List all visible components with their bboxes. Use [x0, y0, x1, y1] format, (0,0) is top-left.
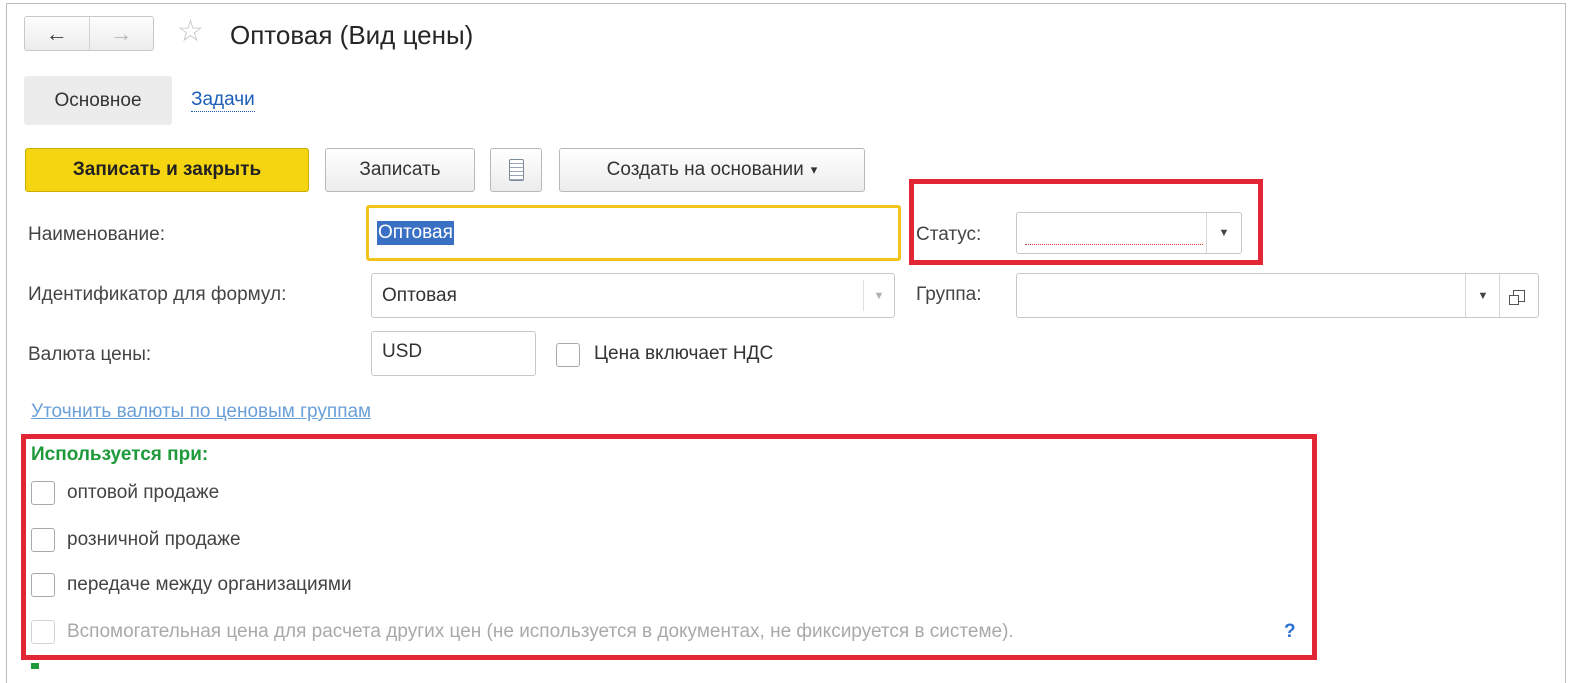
page-title: Оптовая (Вид цены) [230, 20, 474, 50]
back-button[interactable]: ← [25, 17, 89, 50]
forward-button[interactable]: → [88, 17, 154, 50]
tab-tasks[interactable]: Задачи [191, 89, 255, 112]
next-section-title-fragment [31, 663, 39, 669]
open-icon [1509, 289, 1525, 305]
document-icon [508, 159, 524, 181]
usage-highlight-box [21, 434, 1317, 660]
id-value: Оптовая [382, 284, 457, 306]
currency-input[interactable]: USD [371, 331, 536, 376]
save-button[interactable]: Записать [325, 148, 475, 192]
create-based-on-button[interactable]: Создать на основании ▾ [559, 148, 865, 192]
name-input[interactable]: Оптовая [366, 205, 901, 261]
chevron-down-icon: ▾ [810, 162, 818, 177]
dropdown-arrow-icon[interactable]: ▼ [1465, 274, 1500, 317]
create-based-on-label: Создать на основании [606, 159, 804, 180]
arrow-right-icon: → [110, 20, 133, 46]
open-button[interactable] [1499, 274, 1538, 317]
group-label: Группа: [916, 284, 982, 305]
document-list-button[interactable] [490, 148, 542, 192]
currency-label: Валюта цены: [28, 344, 152, 365]
id-input[interactable]: Оптовая ▼ [371, 273, 895, 318]
vat-checkbox[interactable] [556, 343, 580, 367]
currency-value: USD [382, 341, 423, 362]
tab-main[interactable]: Основное [24, 76, 172, 125]
vat-label: Цена включает НДС [594, 343, 774, 364]
name-value: Оптовая [377, 221, 454, 245]
id-label: Идентификатор для формул: [28, 284, 287, 305]
status-highlight-box [909, 179, 1263, 265]
arrow-left-icon: ← [45, 20, 68, 46]
history-nav: ← → [24, 16, 154, 51]
clarify-currencies-link[interactable]: Уточнить валюты по ценовым группам [31, 401, 371, 423]
star-icon[interactable]: ☆ [177, 17, 204, 47]
group-select[interactable]: ▼ [1016, 273, 1539, 318]
name-label: Наименование: [28, 224, 165, 245]
save-and-close-button[interactable]: Записать и закрыть [25, 148, 309, 192]
dropdown-arrow-icon[interactable]: ▼ [863, 280, 894, 311]
